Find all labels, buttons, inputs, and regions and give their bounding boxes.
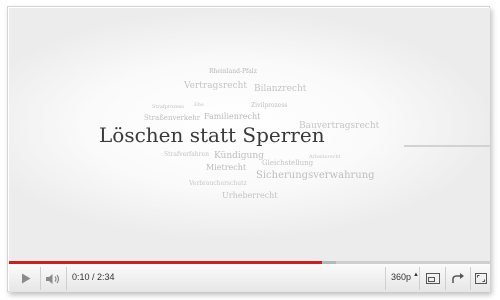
cloud-word: Arbeitsrecht <box>309 154 341 160</box>
cloud-word: Bilanzrecht <box>254 84 307 94</box>
cloud-word: Straßenverkehr <box>144 114 201 122</box>
cloud-word: Ehe <box>194 102 204 108</box>
time-separator: / <box>89 272 98 282</box>
play-icon <box>22 273 31 284</box>
duration: 2:34 <box>97 272 115 282</box>
divider-line <box>404 145 490 147</box>
share-button[interactable] <box>448 268 468 289</box>
share-icon <box>451 273 464 283</box>
fullscreen-icon <box>475 273 487 284</box>
cloud-word: Sicherungsverwahrung <box>256 170 375 181</box>
volume-button[interactable] <box>43 268 63 289</box>
quality-button[interactable]: 360p ▲ <box>391 272 419 282</box>
quality-label: 360p <box>391 272 412 282</box>
cloud-word: Strafverfahren <box>164 151 209 158</box>
separator <box>385 267 386 290</box>
progress-fill <box>9 261 322 264</box>
cloud-word: Verbraucherschutz <box>189 180 247 187</box>
cloud-word: Zivilprozess <box>251 102 288 109</box>
popout-icon <box>426 273 440 284</box>
play-button[interactable] <box>15 268 37 289</box>
cloud-word: Gleichstellung <box>262 159 314 167</box>
video-frame[interactable]: Rheinland-Pfalz Vertragsrecht Bilanzrech… <box>9 8 490 263</box>
separator <box>40 267 41 290</box>
cloud-word: Vertragsrecht <box>184 81 248 91</box>
time-display: 0:10 / 2:34 <box>72 272 115 282</box>
video-title: Löschen statt Sperren <box>99 123 325 147</box>
cloud-word: Kündigung <box>214 151 264 161</box>
video-player: Rheinland-Pfalz Vertragsrecht Bilanzrech… <box>7 6 490 292</box>
cloud-word: Rheinland-Pfalz <box>209 68 257 75</box>
fullscreen-button[interactable] <box>472 268 490 289</box>
popout-button[interactable] <box>423 268 443 289</box>
separator <box>419 267 420 290</box>
control-bar: 0:10 / 2:34 360p ▲ <box>9 261 490 292</box>
separator <box>445 267 446 290</box>
volume-icon <box>46 273 60 284</box>
separator <box>66 267 67 290</box>
progress-bar[interactable] <box>9 261 490 264</box>
separator <box>470 267 471 290</box>
cloud-word: Familienrecht <box>204 112 261 121</box>
cloud-word: Urheberrecht <box>222 191 278 200</box>
current-time: 0:10 <box>72 272 90 282</box>
cloud-word: Mietrecht <box>206 163 247 172</box>
cloud-word: Strafprozess <box>152 104 184 110</box>
